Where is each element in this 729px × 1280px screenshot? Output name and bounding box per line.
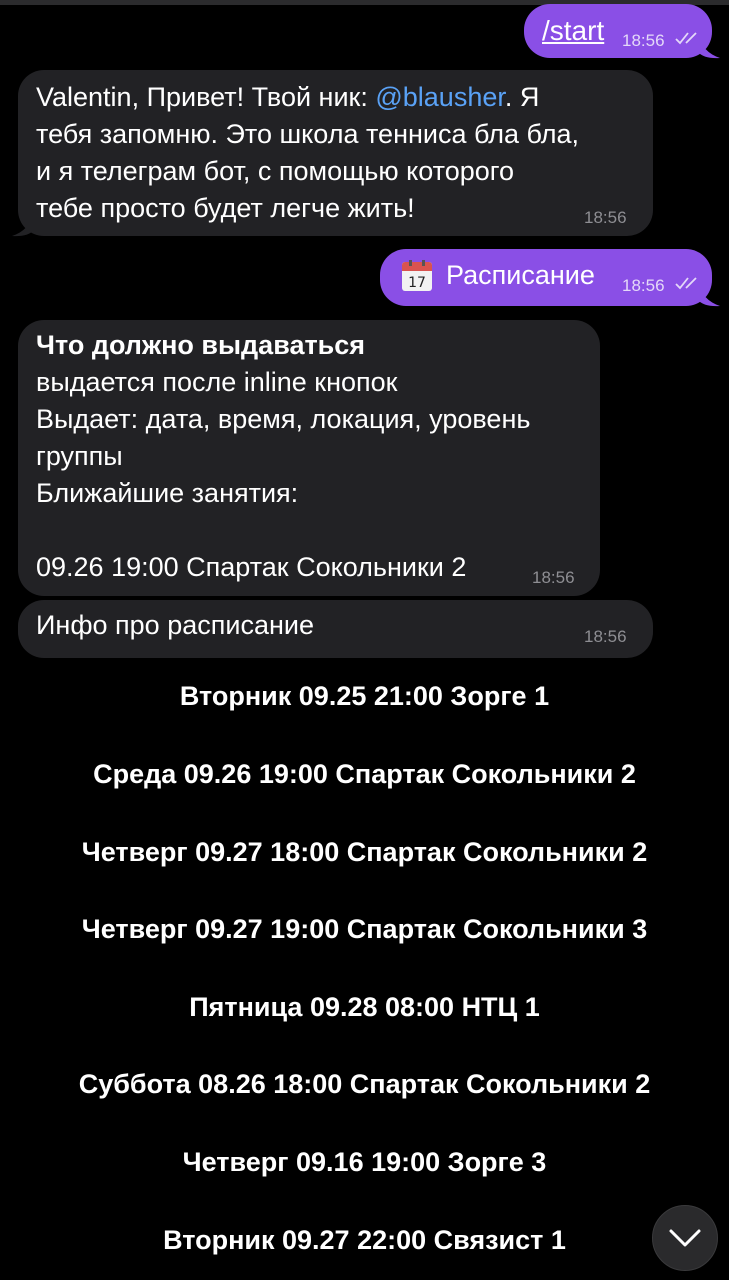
info-text: Инфо про расписание: [36, 610, 314, 640]
schedule-item: Четверг 09.27 19:00 Спартак Сокольники 3: [81, 914, 648, 944]
start-command-link[interactable]: /start: [542, 12, 604, 49]
schedule-item: Четверг 09.27 18:00 Спартак Сокольники 2: [81, 837, 648, 867]
message-description[interactable]: Что должно выдаваться выдается после inl…: [18, 320, 600, 596]
message-time: 18:56: [622, 31, 665, 50]
description-line: Ближайшие занятия:: [36, 478, 299, 508]
chevron-down-icon: [669, 1229, 701, 1247]
schedule-item: Среда 09.26 19:00 Спартак Сокольники 2: [93, 759, 636, 789]
schedule-item: Пятница 09.28 08:00 НТЦ 1: [189, 992, 540, 1022]
schedule-item: Четверг 09.16 19:00 Зорге 3: [182, 1147, 547, 1177]
schedule-item: Вторник 09.25 21:00 Зорге 1: [179, 681, 550, 711]
message-time: 18:56: [584, 627, 627, 646]
message-schedule-command[interactable]: 17 Расписание 18:56: [380, 249, 712, 306]
greeting-line: тебе просто будет легче жить!: [36, 193, 415, 223]
message-time: 18:56: [622, 276, 665, 295]
schedule-item: Суббота 08.26 18:00 Спартак Сокольники 2: [78, 1069, 651, 1099]
message-time: 18:56: [532, 568, 575, 587]
bubble-tail: [698, 282, 720, 307]
bubble-tail: [12, 212, 34, 237]
schedule-item: Вторник 09.27 22:00 Связист 1: [163, 1225, 566, 1255]
svg-text:17: 17: [408, 275, 426, 291]
calendar-icon: 17: [402, 260, 432, 291]
greeting-text: Valentin, Привет! Твой ник:: [36, 82, 376, 112]
greeting-line: тебя запомню. Это школа тенниса бла бла,: [36, 119, 580, 149]
greeting-line: и я телеграм бот, с помощью которого: [36, 156, 515, 186]
description-line: 09.26 19:00 Спартак Сокольники 2: [36, 552, 467, 582]
message-info[interactable]: Инфо про расписание 18:56: [18, 600, 653, 658]
scroll-to-bottom-button[interactable]: [652, 1205, 718, 1271]
message-time: 18:56: [584, 208, 627, 227]
description-line: Выдает: дата, время, локация, уровень: [36, 404, 531, 434]
username-mention-link[interactable]: @blausher: [375, 82, 505, 112]
greeting-text-suffix: . Я: [504, 82, 540, 112]
description-line: группы: [36, 441, 123, 471]
message-start[interactable]: /start 18:56: [524, 4, 712, 58]
bubble-tail: [698, 34, 720, 59]
description-title: Что должно выдаваться: [36, 330, 366, 360]
schedule-command-text: Расписание: [446, 260, 595, 290]
message-greeting[interactable]: Valentin, Привет! Твой ник: @blausher. Я…: [18, 70, 653, 236]
description-line: выдается после inline кнопок: [36, 367, 398, 397]
